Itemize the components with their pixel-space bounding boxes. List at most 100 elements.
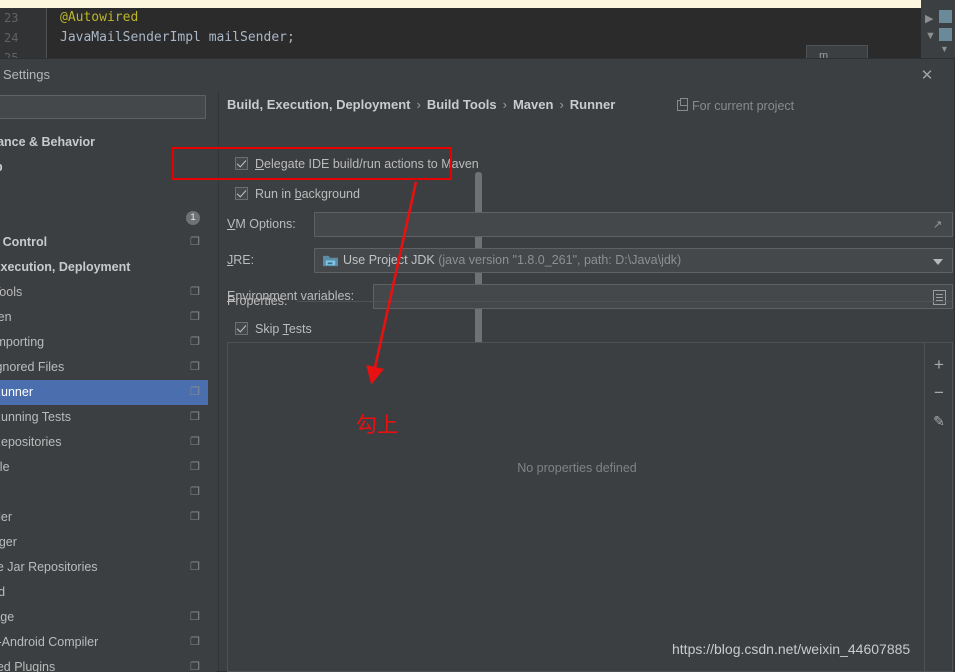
settings-content: Build, Execution, Deployment › Build Tools…	[172, 90, 953, 672]
code-text[interactable]: @Autowired JavaMailSenderImpl mailSender…	[60, 8, 295, 48]
sidebar-item-label: Compiler	[0, 510, 13, 524]
copy-settings-icon[interactable]: ❐	[190, 505, 201, 530]
scope-label: For current project	[692, 99, 795, 113]
copy-settings-icon[interactable]: ❐	[190, 430, 201, 455]
copy-settings-icon[interactable]: ❐	[190, 380, 201, 405]
copy-settings-icon[interactable]: ❐	[190, 405, 201, 430]
code-line-1: @Autowired	[60, 10, 139, 25]
sidebar-item-repositories[interactable]: Repositories ❐	[0, 430, 214, 455]
code-editor: 23 24 25 @Autowired JavaMailSenderImpl m…	[0, 0, 955, 58]
skip-tests-checkbox[interactable]: Skip Tests	[235, 322, 312, 336]
sidebar-item-label: Appearance & Behavior	[0, 135, 96, 149]
copy-settings-icon[interactable]: ❐	[190, 305, 201, 330]
sidebar-item-android[interactable]: ▶Android	[0, 580, 214, 605]
copy-settings-icon[interactable]: ❐	[190, 455, 201, 480]
chevron-down-icon[interactable]: ▼	[925, 30, 936, 42]
sidebar-item-build-execution-deployment[interactable]: Build, Execution, Deployment	[0, 255, 214, 280]
breadcrumb-separator: ›	[559, 97, 564, 112]
chevron-right-icon[interactable]: ▶	[925, 12, 933, 25]
bookmark-icon[interactable]	[939, 28, 952, 41]
copy-settings-icon[interactable]: ❐	[190, 655, 201, 672]
checkbox-box[interactable]	[235, 187, 248, 200]
sidebar-item-build-tools[interactable]: ▼Build Tools❐	[0, 280, 214, 305]
skip-tests-pre: Skip	[255, 322, 283, 336]
sidebar-item-gradle-android-compiler[interactable]: Gradle-Android Compiler ❐	[0, 630, 214, 655]
sidebar-item-compiler[interactable]: ▶Compiler❐	[0, 505, 214, 530]
jre-dropdown[interactable]: Use Project JDK (java version "1.8.0_261…	[314, 248, 953, 273]
sidebar-item-importing[interactable]: Importing ❐	[0, 330, 214, 355]
properties-section-label: Properties:	[227, 294, 288, 308]
annotation-chinese-note: 勾上	[356, 413, 398, 437]
run-in-background-checkbox[interactable]: Run in background	[235, 187, 360, 201]
sidebar-item-label: Debugger	[0, 535, 17, 549]
breadcrumb-part: Build, Execution, Deployment	[227, 97, 411, 112]
runbg-accel: b	[294, 187, 302, 201]
line-number: 23	[4, 11, 19, 25]
copy-settings-icon[interactable]: ❐	[190, 480, 201, 505]
sidebar-scrollbar-track[interactable]	[208, 130, 482, 672]
env-browse-icon[interactable]	[933, 290, 946, 305]
inspection-icon[interactable]	[939, 10, 952, 23]
chevron-down-small-icon[interactable]: ▼	[940, 44, 949, 54]
sidebar-item-debugger[interactable]: ▶Debugger	[0, 530, 214, 555]
sidebar-item-gant[interactable]: Gant❐	[0, 480, 214, 505]
settings-tree[interactable]: Appearance & Behavior KeymapEditorPlugins…	[0, 130, 214, 672]
edit-property-button[interactable]: ✎	[929, 411, 949, 431]
editor-gutter: 23 24 25	[0, 8, 46, 58]
expand-icon[interactable]: ↗	[933, 219, 945, 231]
sidebar-item-running-tests[interactable]: Running Tests ❐	[0, 405, 214, 430]
runbg-label-pre: Run in	[255, 187, 295, 201]
sidebar-item-label: Gradle-Android Compiler	[0, 635, 99, 649]
copy-settings-icon	[677, 98, 688, 111]
runbg-label: ackground	[301, 187, 360, 201]
watermark-url: https://blog.csdn.net/weixin_44607885	[672, 641, 911, 657]
floating-hint-text: m	[819, 50, 829, 58]
copy-settings-icon[interactable]: ❐	[190, 605, 201, 630]
sidebar-item-coverage[interactable]: Coverage ❐	[0, 605, 214, 630]
breadcrumb-part: Runner	[569, 97, 616, 112]
copy-settings-icon[interactable]: ❐	[190, 355, 201, 380]
copy-settings-icon[interactable]: ❐	[190, 630, 201, 655]
sidebar-item-label: Importing	[0, 335, 45, 349]
sidebar-item-label: Maven	[0, 310, 12, 324]
env-variables-input[interactable]	[373, 284, 953, 309]
copy-settings-icon[interactable]: ❐	[190, 280, 201, 305]
properties-table[interactable]: No properties defined	[227, 342, 925, 672]
sidebar-item-label: Running Tests	[0, 410, 71, 424]
copy-settings-icon[interactable]: ❐	[190, 555, 201, 580]
sidebar-item-label: Ignored Files	[0, 360, 65, 374]
properties-toolbar: + − ✎	[925, 342, 953, 672]
sidebar-item-plugins[interactable]: Plugins1	[0, 205, 214, 230]
add-property-button[interactable]: +	[929, 355, 949, 375]
editor-highlight-strip	[0, 0, 921, 8]
remove-property-button[interactable]: −	[929, 383, 949, 403]
gutter-divider	[46, 8, 47, 58]
sidebar-item-runner[interactable]: Runner ❐	[0, 380, 214, 405]
jre-label-text: RE:	[233, 253, 255, 267]
checkbox-box[interactable]	[235, 322, 248, 335]
sidebar-item-ignored-files[interactable]: Ignored Files ❐	[0, 355, 214, 380]
breadcrumb: Build, Execution, Deployment › Build Tools…	[227, 97, 615, 112]
vm-options-label-text: M Options:	[235, 217, 296, 231]
chevron-down-icon[interactable]	[933, 259, 943, 265]
sidebar-item-version-control[interactable]: Version Control ❐	[0, 230, 214, 255]
search-input[interactable]	[0, 95, 206, 119]
sidebar-item-label: Build Tools	[0, 285, 23, 299]
sidebar-item-maven[interactable]: ▼Maven❐	[0, 305, 214, 330]
vm-options-input[interactable]: ↗	[314, 212, 953, 237]
jdk-folder-icon	[323, 255, 338, 267]
section-divider	[297, 301, 953, 302]
sidebar-item-editor[interactable]: Editor	[0, 180, 214, 205]
sidebar-item-label: Repositories	[0, 435, 62, 449]
sidebar-item-label: Build, Execution, Deployment	[0, 260, 131, 274]
copy-settings-icon[interactable]: ❐	[190, 330, 201, 355]
copy-settings-icon[interactable]: ❐	[190, 230, 201, 255]
breadcrumb-part: Build Tools	[426, 97, 497, 112]
jre-label: JRE:	[227, 253, 254, 267]
sidebar-item-required-plugins[interactable]: Required Plugins ❐	[0, 655, 214, 672]
scope-indicator: For current project	[677, 98, 795, 113]
sidebar-item-gradle[interactable]: Gradle ❐	[0, 455, 214, 480]
empty-properties-message: No properties defined	[517, 461, 637, 475]
sidebar-item-remote-jar-repositories[interactable]: Remote Jar Repositories ❐	[0, 555, 214, 580]
close-icon[interactable]: ✕	[916, 65, 938, 87]
